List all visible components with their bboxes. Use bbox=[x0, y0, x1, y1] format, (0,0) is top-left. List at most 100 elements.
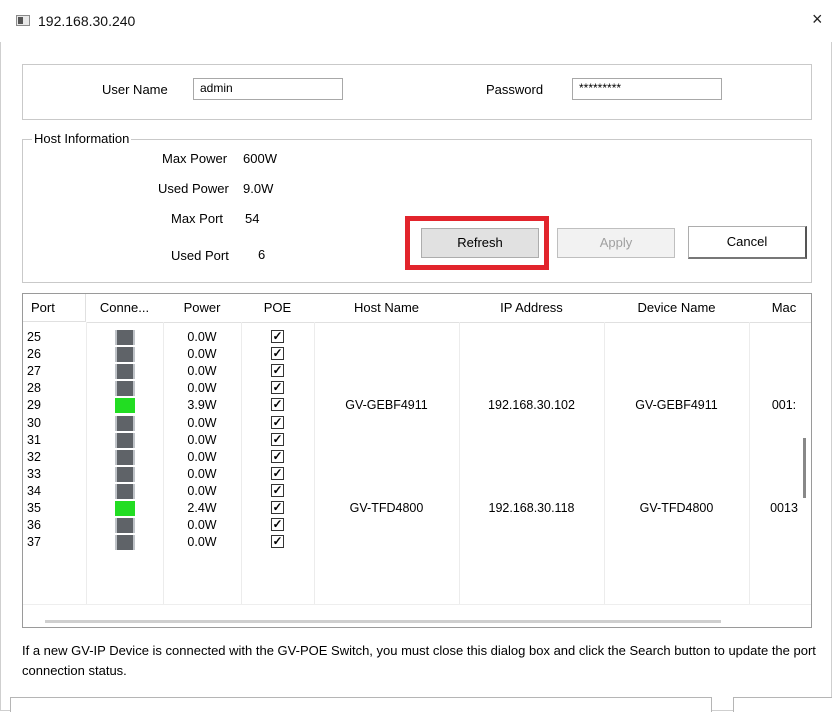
column-header-port[interactable]: Port bbox=[23, 294, 86, 322]
device-name-cell bbox=[604, 449, 749, 466]
table-row[interactable]: 37 0.0W ✓ bbox=[23, 534, 811, 551]
port-cell: 25 bbox=[27, 330, 41, 344]
max-port-value: 54 bbox=[245, 211, 260, 226]
table-row[interactable]: 29 3.9W GV-GEBF4911 192.168.30.102 GV-GEBF49… bbox=[23, 397, 811, 414]
host-name-cell bbox=[314, 449, 459, 466]
max-power-label: Max Power bbox=[162, 151, 228, 166]
power-cell: 0.0W bbox=[187, 364, 217, 379]
poe-checkbox[interactable]: ✓ bbox=[271, 449, 284, 463]
column-header-connection[interactable]: Conne... bbox=[86, 294, 164, 323]
poe-checkbox[interactable]: ✓ bbox=[271, 483, 284, 497]
poe-checkbox[interactable]: ✓ bbox=[271, 330, 284, 343]
port-cell: 36 bbox=[27, 518, 41, 533]
user-name-label: User Name bbox=[102, 82, 168, 97]
column-header-device-name[interactable]: Device Name bbox=[604, 294, 750, 323]
port-disconnected-icon bbox=[115, 347, 135, 363]
port-disconnected-icon bbox=[115, 466, 135, 482]
table-row[interactable]: 26 0.0W ✓ bbox=[23, 346, 811, 363]
host-name-cell: GV-GEBF4911 bbox=[345, 398, 428, 413]
refresh-highlight-box bbox=[405, 216, 549, 270]
device-name-cell bbox=[604, 483, 749, 500]
device-name-cell bbox=[604, 380, 749, 397]
apply-button[interactable]: Apply bbox=[557, 228, 675, 258]
poe-checkbox[interactable]: ✓ bbox=[271, 501, 284, 514]
mac-cell: 0013 bbox=[770, 501, 798, 515]
table-row[interactable]: 27 0.0W ✓ bbox=[23, 363, 811, 380]
device-name-cell bbox=[604, 534, 749, 551]
table-row[interactable]: 36 0.0W ✓ bbox=[23, 517, 811, 534]
ip-address-cell bbox=[459, 432, 604, 449]
port-disconnected-icon bbox=[115, 364, 135, 380]
table-row[interactable]: 30 0.0W ✓ bbox=[23, 415, 811, 432]
password-field[interactable]: ********* bbox=[572, 78, 722, 100]
power-cell: 0.0W bbox=[187, 415, 217, 430]
poe-checkbox[interactable]: ✓ bbox=[271, 415, 284, 429]
window-title: 192.168.30.240 bbox=[38, 13, 136, 29]
port-cell: 27 bbox=[27, 364, 41, 379]
vertical-scroll-thumb[interactable] bbox=[803, 438, 806, 498]
mac-cell: 001: bbox=[771, 398, 797, 413]
column-header-poe[interactable]: POE bbox=[241, 294, 315, 323]
power-cell: 0.0W bbox=[187, 432, 217, 447]
port-disconnected-icon bbox=[115, 449, 135, 465]
port-connected-icon bbox=[115, 501, 135, 516]
footer-field-right bbox=[733, 697, 832, 712]
device-name-cell bbox=[604, 329, 749, 346]
max-port-label: Max Port bbox=[171, 211, 224, 226]
column-header-ip-address[interactable]: IP Address bbox=[459, 294, 605, 323]
device-name-cell: GV-GEBF4911 bbox=[635, 398, 718, 413]
table-row[interactable]: 32 0.0W ✓ bbox=[23, 449, 811, 466]
power-cell: 0.0W bbox=[187, 535, 217, 550]
mac-cell bbox=[749, 346, 811, 363]
power-cell: 0.0W bbox=[187, 330, 217, 344]
ip-address-cell bbox=[459, 380, 604, 397]
port-cell: 28 bbox=[27, 381, 41, 396]
ip-address-cell bbox=[459, 466, 604, 483]
mac-cell bbox=[749, 415, 811, 432]
mac-cell bbox=[749, 380, 811, 397]
password-label: Password bbox=[486, 82, 544, 97]
cancel-button[interactable]: Cancel bbox=[688, 226, 807, 259]
ip-address-cell bbox=[459, 346, 604, 363]
host-name-cell bbox=[314, 415, 459, 432]
poe-checkbox[interactable]: ✓ bbox=[271, 466, 284, 480]
port-cell: 30 bbox=[27, 415, 41, 430]
horizontal-scroll-thumb[interactable] bbox=[45, 620, 721, 623]
poe-checkbox[interactable]: ✓ bbox=[271, 398, 284, 412]
column-header-host-name[interactable]: Host Name bbox=[314, 294, 460, 323]
host-name-cell: GV-TFD4800 bbox=[349, 501, 424, 515]
user-name-field[interactable]: admin bbox=[193, 78, 343, 100]
poe-checkbox[interactable]: ✓ bbox=[271, 432, 284, 446]
horizontal-scrollbar[interactable] bbox=[23, 604, 811, 627]
device-name-cell bbox=[604, 415, 749, 432]
port-disconnected-icon bbox=[115, 483, 135, 499]
port-disconnected-icon bbox=[115, 415, 135, 431]
table-row[interactable]: 31 0.0W ✓ bbox=[23, 432, 811, 449]
device-name-cell bbox=[604, 346, 749, 363]
port-table: Port Conne... Power POE Host Name IP Add… bbox=[22, 293, 812, 628]
ip-address-cell bbox=[459, 363, 604, 380]
column-header-mac[interactable]: Mac bbox=[749, 294, 811, 323]
table-row[interactable]: 25 0.0W ✓ bbox=[23, 329, 811, 346]
table-row[interactable]: 34 0.0W ✓ bbox=[23, 483, 811, 500]
poe-checkbox[interactable]: ✓ bbox=[271, 381, 284, 395]
host-information-caption: Host Information bbox=[32, 131, 132, 146]
device-name-cell bbox=[604, 363, 749, 380]
ip-address-cell: 192.168.30.102 bbox=[488, 398, 575, 413]
ip-address-cell bbox=[459, 517, 604, 534]
close-icon[interactable]: × bbox=[812, 10, 823, 28]
ip-address-cell bbox=[459, 449, 604, 466]
host-name-cell bbox=[314, 363, 459, 380]
device-name-cell bbox=[604, 517, 749, 534]
mac-cell bbox=[749, 534, 811, 551]
table-row[interactable]: 33 0.0W ✓ bbox=[23, 466, 811, 483]
poe-checkbox[interactable]: ✓ bbox=[271, 535, 284, 549]
port-cell: 37 bbox=[27, 535, 41, 550]
column-header-power[interactable]: Power bbox=[163, 294, 242, 323]
port-connected-icon bbox=[115, 398, 135, 414]
poe-checkbox[interactable]: ✓ bbox=[271, 364, 284, 378]
table-row[interactable]: 28 0.0W ✓ bbox=[23, 380, 811, 397]
poe-checkbox[interactable]: ✓ bbox=[271, 347, 284, 361]
poe-checkbox[interactable]: ✓ bbox=[271, 518, 284, 532]
table-row[interactable]: 35 2.4W GV-TFD4800 192.168.30.118 GV-TFD4800… bbox=[23, 500, 811, 517]
